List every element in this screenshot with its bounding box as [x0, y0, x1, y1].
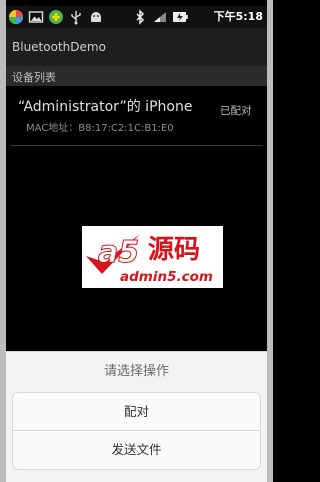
clock-time: 5:18: [235, 10, 263, 23]
battery-icon: [173, 12, 188, 22]
screen: 下午5:18 BluetoothDemo 设备列表 “Administrator…: [6, 6, 267, 482]
list-divider: [10, 145, 263, 146]
device-list-label: 设备列表: [12, 71, 56, 84]
action-dialog: 请选择操作 配对 发送文件: [6, 351, 267, 482]
action-bar: BluetoothDemo: [6, 28, 267, 66]
usb-icon: [71, 11, 81, 25]
device-frame: 下午5:18 BluetoothDemo 设备列表 “Administrator…: [0, 0, 273, 482]
logo-a5-text: a5: [98, 235, 139, 270]
signal-icon: [154, 12, 166, 22]
logo-domain-text: admin5.com: [120, 269, 213, 285]
status-clock: 下午5:18: [214, 9, 263, 25]
app-title: BluetoothDemo: [12, 40, 106, 54]
dialog-title: 请选择操作: [103, 364, 169, 379]
watermark-logo: a5 源码 admin5.com: [82, 226, 223, 288]
device-list-header: 设备列表: [6, 66, 267, 86]
device-list-item[interactable]: “Administrator”的 iPhone MAC地址：B8:17:C2:1…: [6, 90, 267, 140]
phone-bezel-right: [267, 0, 273, 482]
status-bar: 下午5:18: [6, 6, 267, 28]
pair-button[interactable]: 配对: [12, 392, 261, 431]
gallery-icon: [28, 11, 44, 23]
bluetooth-icon: [136, 9, 145, 25]
app-launcher-icon: [9, 10, 23, 24]
android-debug-icon: [91, 12, 101, 22]
device-mac-address: MAC地址：B8:17:C2:1C:B1:E0: [26, 123, 174, 134]
device-pair-status: 已配对: [220, 105, 252, 117]
send-file-button[interactable]: 发送文件: [12, 431, 261, 470]
game-icon: [49, 10, 63, 24]
logo-brand-text: 源码: [148, 235, 200, 265]
device-name: “Administrator”的 iPhone: [18, 99, 193, 115]
a5-logo-icon: a5 源码 admin5.com: [86, 234, 213, 285]
clock-period: 下午: [213, 10, 236, 23]
